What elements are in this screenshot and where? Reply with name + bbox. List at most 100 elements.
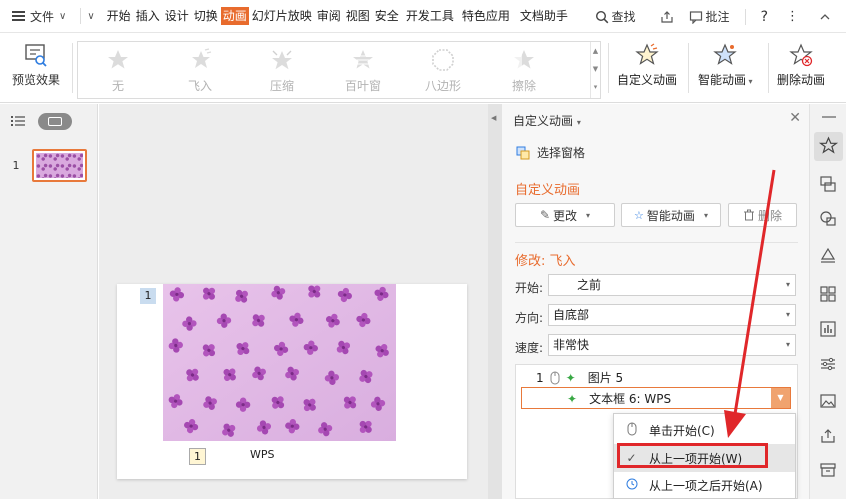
thumbnail-image: [36, 153, 83, 178]
comment-icon: [689, 10, 702, 24]
tab-transition[interactable]: 切换: [192, 7, 220, 25]
tab-features[interactable]: 特色应用: [460, 7, 512, 25]
gallery-label: 百叶窗: [344, 79, 381, 93]
smart-animation-button[interactable]: 智能动画 ▾: [698, 43, 753, 88]
help-button[interactable]: ?: [752, 9, 777, 25]
custom-animation-side-button[interactable]: [814, 132, 843, 161]
gallery-item-octagon[interactable]: 八边形: [413, 48, 473, 94]
expand-gallery-icon[interactable]: ▾: [591, 78, 600, 96]
list-item-number: 1: [536, 370, 544, 385]
divider: [515, 242, 798, 243]
start-select[interactable]: 之前 ▾: [548, 274, 796, 296]
fly-in-effect-icon: ✦: [565, 370, 576, 385]
menu-item-on-click[interactable]: 单击开始(C): [614, 416, 795, 444]
tab-start[interactable]: 开始: [105, 7, 133, 25]
divider: [72, 43, 73, 93]
more-button[interactable]: ⋮: [777, 9, 809, 24]
tab-security[interactable]: 安全: [373, 7, 401, 25]
gallery-item-compress[interactable]: 压缩: [252, 48, 312, 94]
close-icon[interactable]: ✕: [789, 110, 801, 126]
tab-slideshow[interactable]: 幻灯片放映: [250, 7, 314, 25]
gallery-item-none[interactable]: 无: [88, 48, 148, 94]
archive-icon[interactable]: [818, 460, 838, 480]
divider: [80, 8, 82, 24]
speed-select[interactable]: 非常快 ▾: [548, 334, 796, 356]
direction-select[interactable]: 自底部 ▾: [548, 304, 796, 326]
gallery-item-fly-in[interactable]: 飞入: [170, 48, 230, 94]
pane-title[interactable]: 自定义动画 ▾: [513, 112, 581, 129]
gallery-label: 八边形: [424, 79, 461, 93]
menu-item-label: 从上一项之后开始(A): [649, 478, 763, 493]
slide-thumbnail[interactable]: 1: [0, 149, 87, 182]
selection-pane-button[interactable]: 选择窗格: [515, 144, 585, 161]
text-animation-badge: 1: [189, 448, 206, 465]
change-button[interactable]: ✎ 更改 ▾: [515, 203, 615, 227]
settings-sliders-icon[interactable]: [818, 354, 838, 374]
tab-animation[interactable]: 动画: [220, 7, 249, 25]
gallery-item-wipe[interactable]: 擦除: [494, 48, 554, 94]
menu-item-after-previous[interactable]: 从上一项之后开始(A): [614, 471, 795, 499]
star-icon: [818, 136, 839, 154]
start-value: 之前: [577, 278, 602, 292]
share-button[interactable]: [654, 10, 680, 24]
outline-list-icon[interactable]: [10, 114, 26, 128]
slide-number: 1: [12, 159, 20, 172]
animation-ribbon: 预览效果 无 飞入 压缩 百叶窗 八边形 擦除 ▲ ▼ ▾ 自定义动画 智能动画…: [0, 33, 846, 103]
fill-icon[interactable]: [818, 246, 838, 266]
tab-design[interactable]: 设计: [163, 7, 191, 25]
wps-textbox[interactable]: WPS: [250, 448, 275, 461]
collapse-ribbon-button[interactable]: [809, 10, 846, 24]
menu-item-label: 单击开始(C): [649, 423, 715, 438]
chevron-down-icon: ▾: [785, 310, 790, 319]
scroll-down-icon[interactable]: ▼: [591, 60, 600, 78]
clock-icon: [614, 478, 649, 493]
tab-developer[interactable]: 开发工具: [404, 7, 456, 25]
direction-value: 自底部: [553, 308, 590, 322]
list-item[interactable]: 1 ✦ 图片 5: [536, 369, 623, 386]
tab-review[interactable]: 审阅: [315, 7, 343, 25]
chart-icon[interactable]: [818, 319, 838, 339]
file-menu[interactable]: 文件 ∨: [0, 0, 74, 33]
tab-doc-assistant[interactable]: 文档助手: [518, 7, 570, 25]
gallery-item-blinds[interactable]: 百叶窗: [333, 48, 393, 94]
preview-effect-button[interactable]: 预览效果: [6, 43, 66, 88]
pane-splitter[interactable]: ◀: [488, 104, 502, 499]
list-item-name: 图片 5: [587, 371, 624, 385]
grid-icon[interactable]: [818, 284, 838, 304]
chevron-down-icon: ∨: [59, 10, 67, 22]
share-icon: [660, 10, 673, 23]
tab-insert[interactable]: 插入: [134, 7, 162, 25]
transition-icon[interactable]: [818, 174, 838, 194]
gallery-label: 压缩: [269, 79, 294, 93]
search-button[interactable]: 查找: [586, 8, 654, 25]
thumbnail-frame[interactable]: [32, 149, 87, 182]
item-dropdown-button[interactable]: ▼: [771, 388, 790, 408]
smart-animation-pane-button[interactable]: ☆ 智能动画 ▾: [621, 203, 721, 227]
blinds-star-icon: [353, 50, 373, 69]
flower-image[interactable]: [163, 284, 396, 441]
slide-view-toggle[interactable]: [38, 112, 72, 130]
share-icon[interactable]: [818, 426, 838, 446]
chevron-down-icon: ▾: [785, 280, 790, 289]
shapes-icon[interactable]: [818, 208, 838, 228]
drag-handle[interactable]: [822, 116, 836, 118]
slide[interactable]: 1 1 WPS: [117, 284, 467, 479]
gallery-scrollbar[interactable]: ▲ ▼ ▾: [590, 42, 600, 98]
custom-animation-button[interactable]: 自定义动画: [617, 43, 677, 88]
chevron-down-icon: ▾: [785, 340, 790, 349]
modify-title: 修改: 飞入: [515, 254, 576, 269]
scroll-up-icon[interactable]: ▲: [591, 42, 600, 60]
change-label: 更改: [553, 208, 578, 223]
picture-icon[interactable]: [818, 391, 838, 411]
comment-button[interactable]: 批注: [680, 8, 739, 25]
chevron-up-icon: [820, 13, 830, 19]
tab-view[interactable]: 视图: [344, 7, 372, 25]
list-item-selected[interactable]: ✦ 文本框 6: WPS ▼: [521, 387, 791, 409]
delete-animation-button[interactable]: 删除动画: [777, 43, 825, 88]
compress-star-icon: [272, 50, 292, 70]
comment-label: 批注: [705, 10, 730, 24]
quick-access-chevron-icon[interactable]: ∨: [87, 11, 94, 22]
collapse-left-icon[interactable]: ◀: [491, 114, 496, 122]
delete-button[interactable]: 删除: [728, 203, 797, 227]
start-label: 开始:: [515, 281, 544, 295]
